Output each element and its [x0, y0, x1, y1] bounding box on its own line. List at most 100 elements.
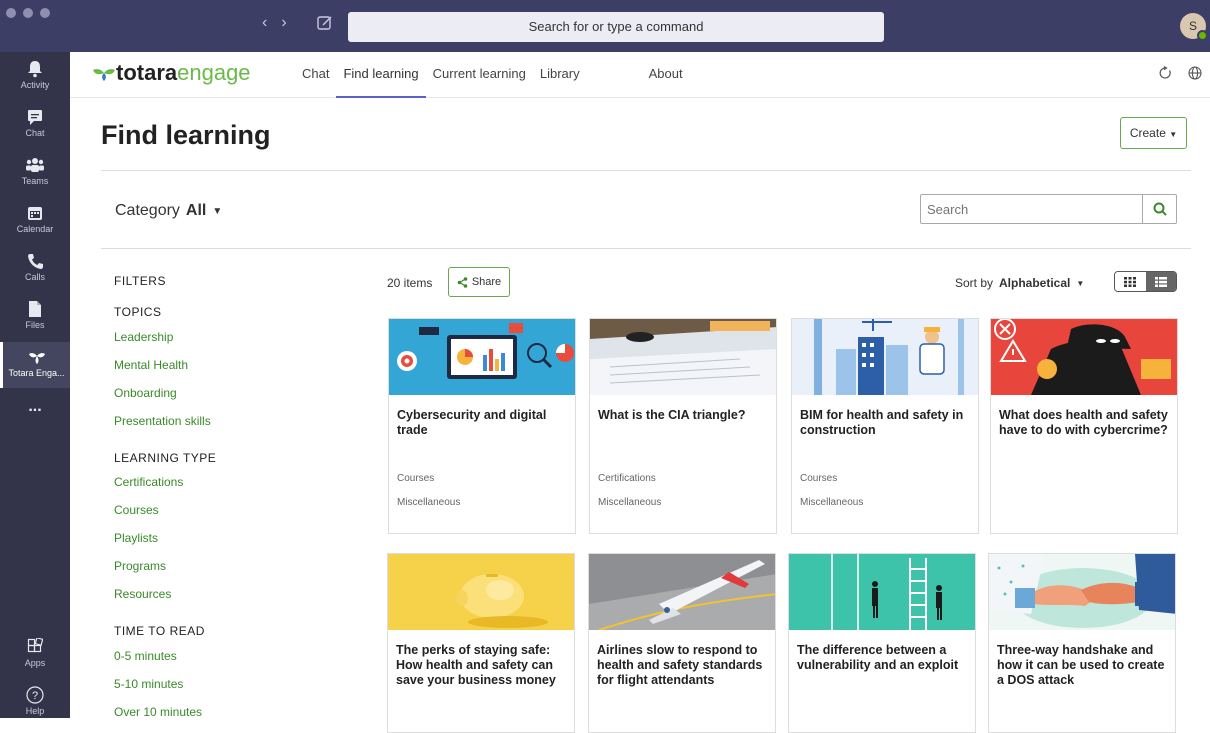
card-thumbnail-piggy-bank — [388, 554, 574, 630]
tab-about[interactable]: About — [642, 52, 690, 98]
rail-item-help[interactable]: ? Help — [0, 680, 70, 726]
rail-item-apps[interactable]: Apps — [0, 632, 70, 678]
tab-library[interactable]: Library — [533, 52, 587, 98]
rail-item-totara-engage[interactable]: Totara Enga... — [0, 342, 70, 388]
filter-group-title: LEARNING TYPE — [114, 451, 217, 465]
card-category — [991, 497, 1177, 521]
learning-card[interactable]: What does health and safety have to do w… — [990, 318, 1178, 534]
back-arrow-icon[interactable]: ‹ — [262, 14, 267, 32]
divider — [101, 248, 1191, 249]
card-thumbnail-documents — [590, 319, 776, 395]
filter-option[interactable]: Onboarding — [114, 386, 177, 400]
filter-option[interactable]: Programs — [114, 559, 166, 573]
search-button[interactable] — [1142, 195, 1176, 223]
phone-icon — [28, 254, 43, 269]
teams-icon — [26, 158, 44, 172]
rail-item-calls[interactable]: Calls — [0, 246, 70, 292]
compose-icon[interactable] — [316, 14, 334, 32]
bell-icon — [28, 61, 42, 78]
file-icon — [29, 301, 41, 317]
sort-control[interactable]: Sort by Alphabetical ▼ — [955, 276, 1084, 290]
filter-option[interactable]: Mental Health — [114, 358, 188, 372]
filter-option[interactable]: Leadership — [114, 330, 173, 344]
catalog-search — [920, 194, 1177, 224]
tab-find-learning[interactable]: Find learning — [336, 52, 426, 98]
rail-label: Totara Enga... — [8, 368, 65, 378]
card-type: Certifications — [598, 473, 656, 484]
logo-text-light: engage — [177, 60, 251, 85]
card-title: Three-way handshake and how it can be us… — [997, 643, 1165, 687]
forward-arrow-icon[interactable]: › — [281, 14, 286, 32]
sort-value: Alphabetical — [999, 276, 1071, 290]
grid-view-icon[interactable] — [1115, 272, 1146, 291]
rail-item-calendar[interactable]: Calendar — [0, 198, 70, 244]
learning-card[interactable]: The perks of staying safe: How health an… — [387, 553, 575, 733]
learning-card[interactable]: Three-way handshake and how it can be us… — [988, 553, 1176, 733]
caret-down-icon: ▼ — [1076, 278, 1085, 288]
card-title: The difference between a vulnerability a… — [797, 643, 959, 672]
create-button-label: Create — [1129, 126, 1166, 140]
calendar-icon — [28, 207, 42, 220]
card-category: Miscellaneous — [800, 497, 864, 508]
learning-card[interactable]: What is the CIA triangle? Certifications… — [589, 318, 777, 534]
create-button[interactable]: Create ▼ — [1120, 117, 1187, 149]
learning-card[interactable]: BIM for health and safety in constructio… — [791, 318, 979, 534]
avatar-initial: S — [1188, 19, 1197, 33]
command-search-bar[interactable]: Search for or type a command — [348, 12, 884, 42]
apps-icon — [27, 638, 43, 653]
svg-text:?: ? — [32, 690, 38, 702]
filters-heading: FILTERS — [114, 274, 166, 288]
card-title: What does health and safety have to do w… — [999, 408, 1168, 437]
rail-item-chat[interactable]: Chat — [0, 102, 70, 148]
chat-icon — [28, 110, 42, 125]
user-avatar[interactable]: S — [1180, 13, 1208, 41]
rail-label: Calls — [24, 272, 45, 282]
share-button[interactable]: Share — [448, 267, 510, 297]
learning-card[interactable]: The difference between a vulnerability a… — [788, 553, 976, 733]
tab-chat[interactable]: Chat — [295, 52, 336, 98]
app-header-icons — [1158, 66, 1202, 80]
category-value: All — [185, 202, 207, 219]
globe-icon[interactable] — [1188, 66, 1202, 80]
teams-app-rail: Activity Chat Teams Calendar Calls Files… — [0, 52, 70, 718]
rail-label: Files — [25, 320, 45, 330]
filter-group-title: TIME TO READ — [114, 624, 205, 638]
rail-item-activity[interactable]: Activity — [0, 54, 70, 100]
card-category: Miscellaneous — [598, 497, 662, 508]
find-learning-page: Find learning Create ▼ Category All ▼ FI… — [70, 98, 1210, 733]
refresh-icon[interactable] — [1158, 66, 1172, 80]
app-tabs: Chat Find learning Current learning Libr… — [295, 52, 690, 98]
filter-option[interactable]: Presentation skills — [114, 414, 211, 428]
rail-item-teams[interactable]: Teams — [0, 150, 70, 196]
category-selector[interactable]: Category All ▼ — [115, 202, 222, 220]
rail-label: Chat — [25, 128, 45, 138]
rail-label: Activity — [20, 80, 50, 90]
totara-engage-logo[interactable]: totara engage — [92, 60, 251, 86]
card-title: What is the CIA triangle? — [598, 408, 746, 422]
list-view-icon[interactable] — [1145, 272, 1176, 291]
filter-option[interactable]: 5-10 minutes — [114, 677, 183, 691]
card-thumbnail-analytics — [389, 319, 575, 395]
window-controls[interactable] — [6, 8, 50, 18]
filter-option[interactable]: Playlists — [114, 531, 158, 545]
tab-current-learning[interactable]: Current learning — [426, 52, 533, 98]
rail-label: Apps — [24, 658, 46, 668]
history-nav: ‹ › — [262, 14, 287, 32]
logo-text-bold: totara — [116, 60, 178, 85]
rail-item-more[interactable]: ... — [0, 398, 70, 444]
filter-option[interactable]: Courses — [114, 503, 159, 517]
card-thumbnail-cybercrime — [991, 319, 1177, 395]
page-title: Find learning — [101, 120, 271, 150]
rail-label: Teams — [21, 176, 49, 186]
search-input[interactable] — [921, 195, 1143, 223]
filter-option[interactable]: Over 10 minutes — [114, 705, 202, 719]
search-icon — [1153, 202, 1167, 216]
filter-option[interactable]: Certifications — [114, 475, 183, 489]
learning-card[interactable]: Airlines slow to respond to health and s… — [588, 553, 776, 733]
rail-item-files[interactable]: Files — [0, 294, 70, 340]
filter-option[interactable]: 0-5 minutes — [114, 649, 177, 663]
presence-status-icon — [1197, 30, 1208, 41]
share-button-label: Share — [471, 276, 502, 288]
learning-card[interactable]: Cybersecurity and digital trade Courses … — [388, 318, 576, 534]
filter-option[interactable]: Resources — [114, 587, 171, 601]
